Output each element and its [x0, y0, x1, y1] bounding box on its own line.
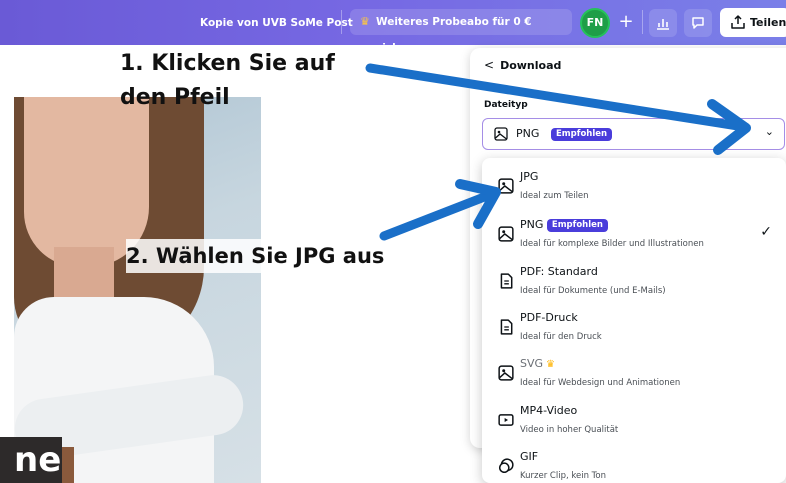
download-header[interactable]: < Download: [484, 58, 561, 72]
option-description: Kurzer Clip, kein Ton: [520, 471, 607, 481]
option-title-text: SVG: [520, 357, 544, 370]
option-description: Ideal zum Teilen: [520, 191, 589, 201]
back-icon[interactable]: <: [484, 58, 494, 72]
upload-icon: [731, 15, 745, 29]
option-description: Ideal für Dokumente (und E-Mails): [520, 286, 666, 296]
gif-icon: [498, 458, 514, 474]
document-icon: [500, 319, 513, 335]
comment-icon: [692, 17, 704, 29]
document-icon: [500, 273, 513, 289]
option-title: GIF: [520, 450, 539, 463]
download-title: Download: [500, 59, 562, 72]
option-pdf-standard[interactable]: PDF: Standard Ideal für Dokumente (und E…: [482, 259, 786, 305]
insights-button[interactable]: [649, 9, 677, 37]
option-title: PNG Empfohlen: [520, 218, 608, 232]
document-title[interactable]: Kopie von UVB SoMe Post: [200, 12, 353, 34]
chart-icon: [657, 19, 669, 30]
divider: [642, 10, 643, 34]
canvas-text-fragment[interactable]: ne: [0, 437, 62, 483]
comment-button[interactable]: [684, 9, 712, 37]
recommended-badge: Empfohlen: [551, 128, 613, 141]
crown-icon: ♛: [546, 359, 555, 370]
option-description: Ideal für komplexe Bilder und Illustrati…: [520, 239, 704, 249]
file-type-dropdown: JPG Ideal zum Teilen PNG Empfohlen Ideal…: [482, 158, 786, 483]
image-icon: [498, 365, 514, 381]
option-mp4[interactable]: MP4-Video Video in hoher Qualität: [482, 398, 786, 444]
top-bar: Kopie von UVB SoMe Post ♛ Weiteres Probe…: [0, 0, 786, 54]
option-jpg[interactable]: JPG Ideal zum Teilen: [482, 164, 786, 210]
option-png[interactable]: PNG Empfohlen Ideal für komplexe Bilder …: [482, 212, 786, 258]
option-description: Video in hoher Qualität: [520, 425, 619, 435]
share-button[interactable]: Teilen: [720, 8, 786, 37]
option-title: JPG: [520, 170, 539, 183]
option-gif[interactable]: GIF Kurzer Clip, kein Ton: [482, 444, 786, 483]
option-title: SVG ♛: [520, 357, 555, 370]
crown-icon: ♛: [360, 15, 370, 28]
annotation-step-2: 2. Wählen Sie JPG aus: [126, 239, 389, 273]
trial-offer-button[interactable]: ♛ Weiteres Probeabo für 0 € sichern: [350, 9, 572, 54]
recommended-badge: Empfohlen: [546, 219, 608, 232]
file-type-label: Dateityp: [484, 100, 528, 110]
option-title: PDF-Druck: [520, 311, 578, 324]
selected-file-type: PNG: [516, 127, 540, 140]
option-svg[interactable]: SVG ♛ Ideal für Webdesign und Animationen: [482, 351, 786, 397]
image-icon: [498, 226, 514, 242]
image-icon: [494, 127, 508, 141]
add-collaborator-button[interactable]: +: [612, 9, 640, 37]
option-description: Ideal für Webdesign und Animationen: [520, 378, 681, 388]
divider: [341, 10, 342, 34]
option-pdf-print[interactable]: PDF-Druck Ideal für den Druck: [482, 305, 786, 351]
chevron-down-icon[interactable]: ⌄: [765, 125, 774, 138]
image-icon: [498, 178, 514, 194]
option-title: MP4-Video: [520, 404, 578, 417]
option-title: PDF: Standard: [520, 265, 598, 278]
option-title-text: PNG: [520, 218, 544, 231]
option-description: Ideal für den Druck: [520, 332, 602, 342]
video-icon: [498, 414, 514, 426]
file-type-select[interactable]: PNG Empfohlen ⌄: [482, 118, 785, 150]
annotation-step-1: 1. Klicken Sie auf den Pfeil: [120, 51, 335, 110]
share-label: Teilen: [750, 16, 786, 29]
avatar[interactable]: FN: [580, 8, 610, 38]
checkmark-icon: ✓: [760, 224, 772, 240]
portrait-photo[interactable]: [14, 97, 261, 483]
